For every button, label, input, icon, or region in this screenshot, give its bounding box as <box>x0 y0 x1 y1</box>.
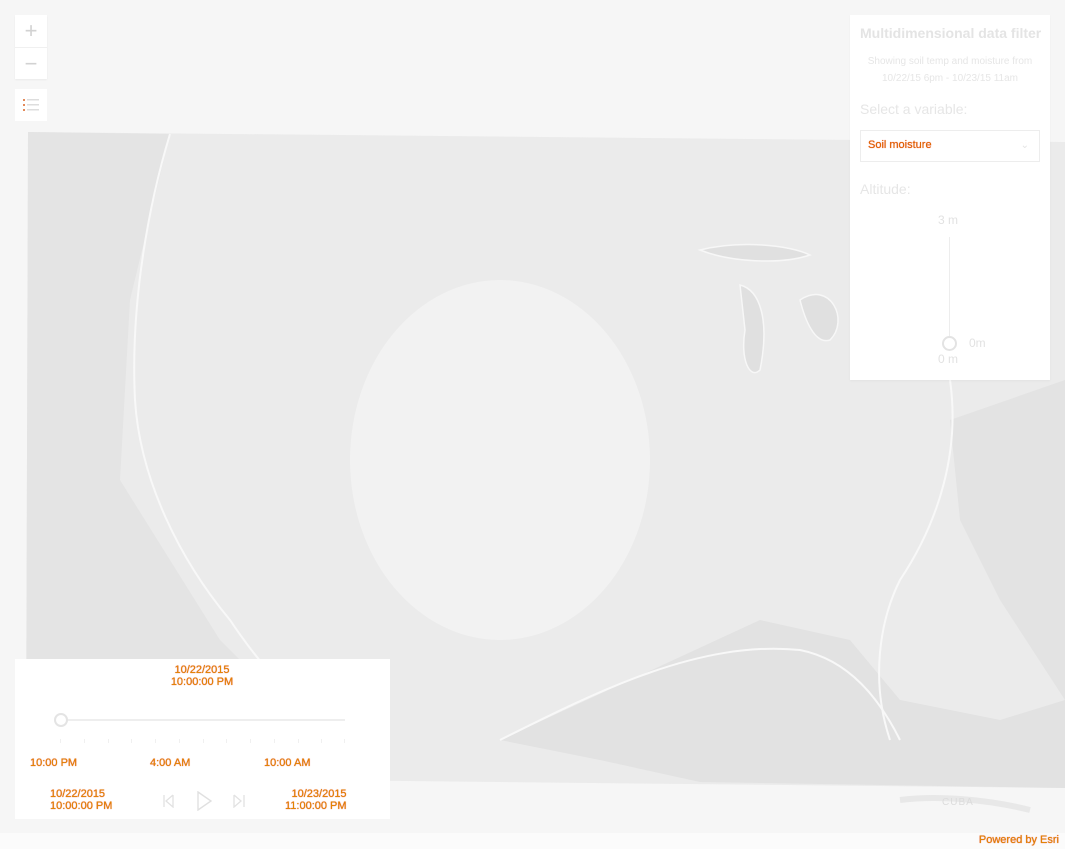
altitude-min-label: 0 m <box>938 352 959 366</box>
time-slider-track[interactable] <box>60 719 345 721</box>
altitude-max-label: 3 m <box>938 213 959 227</box>
list-icon <box>23 99 39 111</box>
current-time-display: 10/22/2015 10:00:00 PM <box>152 664 252 688</box>
panel-title: Multidimensional data filter <box>860 25 1042 41</box>
altitude-label: Altitude: <box>860 181 911 197</box>
end-date: 10/23/2015 <box>291 788 347 800</box>
panel-description: Showing soil temp and moisture from 10/2… <box>850 53 1050 87</box>
time-extent-end: 10/23/2015 11:00:00 PM <box>285 788 347 812</box>
next-icon <box>233 794 245 808</box>
tick-label-3: 10:00 AM <box>264 757 311 769</box>
place-label-cuba: CUBA <box>942 797 974 808</box>
play-button[interactable] <box>194 790 214 812</box>
previous-button[interactable] <box>160 790 180 812</box>
variable-label: Select a variable: <box>860 101 968 117</box>
attribution-text[interactable]: Powered by Esri <box>979 834 1059 846</box>
playback-controls <box>160 790 250 814</box>
zoom-out-button[interactable]: − <box>15 48 47 79</box>
start-time: 10:00:00 PM <box>50 800 113 812</box>
play-icon <box>197 791 212 811</box>
tick-label-2: 4:00 AM <box>150 757 191 769</box>
zoom-control: + − <box>15 15 47 79</box>
start-date: 10/22/2015 <box>50 788 106 800</box>
variable-select-value: Soil moisture <box>868 139 932 151</box>
next-button[interactable] <box>228 790 248 812</box>
time-slider-thumb[interactable] <box>54 713 68 727</box>
time-slider-ticks <box>60 739 345 745</box>
altitude-slider-track[interactable] <box>949 237 950 337</box>
plus-icon: + <box>24 18 38 43</box>
altitude-slider-thumb[interactable] <box>942 336 957 351</box>
multidimensional-filter-panel: Multidimensional data filter Showing soi… <box>850 15 1050 380</box>
altitude-current-value: 0m <box>969 336 986 350</box>
variable-select[interactable]: Soil moisture ⌄ <box>860 130 1040 162</box>
previous-icon <box>163 794 174 808</box>
plains-region <box>350 280 650 640</box>
current-date: 10/22/2015 <box>174 664 230 676</box>
layer-list-button[interactable] <box>15 89 47 121</box>
current-time: 10:00:00 PM <box>170 676 234 688</box>
zoom-in-button[interactable]: + <box>15 15 47 47</box>
minus-icon: − <box>24 50 38 76</box>
tick-label-1: 10:00 PM <box>30 757 78 769</box>
time-slider-widget: 10/22/2015 10:00:00 PM 10:00 PM 4:00 AM … <box>15 659 390 819</box>
end-time: 11:00:00 PM <box>285 800 347 812</box>
time-extent-start: 10/22/2015 10:00:00 PM <box>50 788 112 812</box>
chevron-down-icon: ⌄ <box>1020 140 1029 151</box>
description-line-2: 10/22/15 6pm - 10/23/15 11am <box>881 73 1019 84</box>
description-line-1: Showing soil temp and moisture from <box>867 56 1033 67</box>
